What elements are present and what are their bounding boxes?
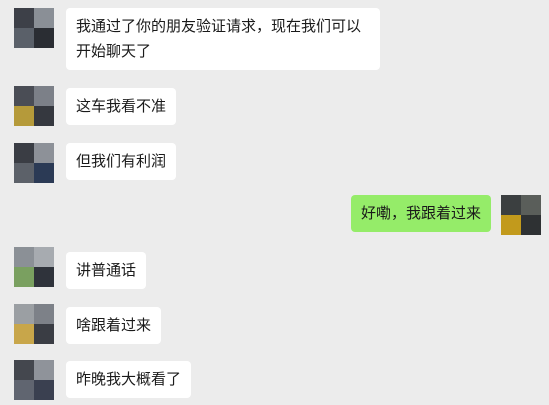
contact-avatar[interactable] [14,143,54,183]
contact-avatar[interactable] [14,304,54,344]
message-bubble[interactable]: 这车我看不准 [66,88,177,125]
message-bubble[interactable]: 啥跟着过来 [66,307,162,344]
message-bubble[interactable]: 好嘞，我跟着过来 [350,195,491,232]
contact-avatar[interactable] [14,8,54,48]
message-bubble[interactable]: 我通过了你的朋友验证请求，现在我们可以开始聊天了 [66,8,380,70]
message-bubble[interactable]: 昨晚我大概看了 [66,361,192,398]
self-avatar[interactable] [501,195,541,235]
chat-view: 我通过了你的朋友验证请求，现在我们可以开始聊天了 这车我看不准 但我们有利润 好… [0,0,549,405]
message-bubble[interactable]: 讲普通话 [66,252,147,289]
contact-avatar[interactable] [14,86,54,126]
contact-avatar[interactable] [14,247,54,287]
message-bubble[interactable]: 但我们有利润 [66,143,177,180]
contact-avatar[interactable] [14,360,54,400]
